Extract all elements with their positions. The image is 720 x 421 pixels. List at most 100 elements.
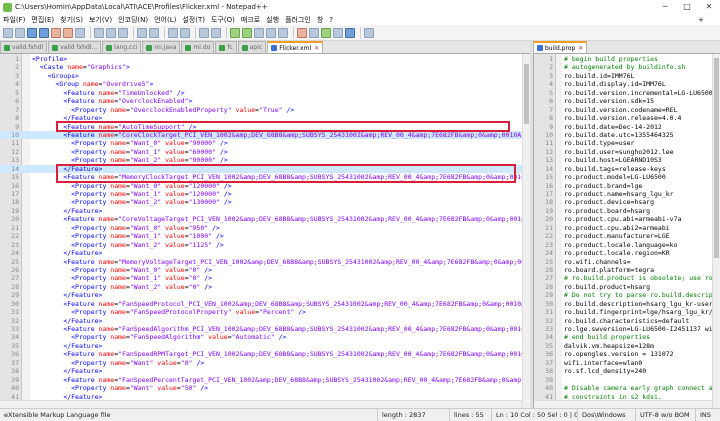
code-line[interactable]: 17 <Property name="Want_1" value="120000… [0,190,530,198]
code-line[interactable]: 36 ro.opengles.version = 131072 [534,350,720,358]
menu-item-3[interactable]: 보기(V) [89,15,112,25]
code-line[interactable]: 7 ro.build.version.codename=REL [534,106,720,114]
cut-icon[interactable] [94,27,104,38]
word-wrap-icon[interactable] [254,27,264,38]
tab-left-1[interactable]: valid fxhdl... [48,41,102,53]
menu-item-5[interactable]: 언어(L) [154,15,176,25]
code-line[interactable]: 4 ro.build.display.id=IMM76L [534,80,720,88]
code-line[interactable]: 10 <Feature name="CoreClockTarget_PCI_VE… [0,130,530,140]
code-line[interactable]: 12 <Property name="Want_1" value="60000"… [0,148,530,156]
code-line[interactable]: 10 ro.build.date.utc=1355464325 [534,131,720,139]
code-line[interactable]: 26 <Property name="Want_0" value="0" /> [0,266,530,274]
code-line[interactable]: 38 ro.sf.lcd_density=240 [534,367,720,375]
code-line[interactable]: 34 <Property name="FanSpeedAlgorithm" va… [0,333,530,341]
horizontal-scrollbar[interactable] [534,400,712,408]
code-line[interactable]: 11 ro.build.type=user [534,139,720,147]
code-line[interactable]: 18 ro.product.device=hsarg [534,198,720,206]
code-line[interactable]: 16 ro.product.brand=lge [534,182,720,190]
code-line[interactable]: 31 <Property name="FanSpeedProtocolPrope… [0,308,530,316]
code-line[interactable]: 37 wifi.interface=wlan0 [534,359,720,367]
code-line[interactable]: 33 ro.lge.swversion=LG-LU6500-I2451137 wi… [534,325,720,333]
code-line[interactable]: 13 <Property name="Want_2" value="90000"… [0,156,530,164]
tab-left-0[interactable]: valid.fxhdl [0,41,48,53]
code-line[interactable]: 21 <Property name="Want_0" value="950" /… [0,224,530,232]
code-line[interactable]: 3 <Groups> [0,72,530,80]
menu-item-10[interactable]: 플러그인 [285,15,311,25]
code-line[interactable]: 21 ro.product.cpu.abi2=armeabi [534,224,720,232]
code-line[interactable]: 22 <Property name="Want_1" value="1000" … [0,232,530,240]
code-line[interactable]: 25 <Feature name="MemoryVoltageTarget_PC… [0,258,530,266]
code-line[interactable]: 35 </Feature> [0,342,530,350]
tab-left-4[interactable]: mi.do [181,41,215,53]
code-line[interactable]: 15 <Feature name="MemoryClockTarget_PCI_… [0,173,530,181]
tab-left-3[interactable]: nn.java [142,41,181,53]
code-line[interactable]: 1 # begin build properties [534,55,720,63]
code-line[interactable]: 32 ro.build.characteristics=default [534,317,720,325]
save-all-icon[interactable] [39,27,49,38]
code-line[interactable]: 5 ro.build.version.incremental=LG-LU6500-… [534,89,720,97]
code-line[interactable]: 9 <Feature name="AutoTimeSupport" /> [0,123,530,131]
show-all-chars-icon[interactable] [266,27,276,38]
code-line[interactable]: 16 <Property name="Want_0" value="120000… [0,182,530,190]
code-line[interactable]: 7 <Property name="OverclockEnabledProper… [0,106,530,114]
code-line[interactable]: 28 ro.build.product=hsarg [534,283,720,291]
code-line[interactable]: 20 <Feature name="CoreVoltageTarget_PCI_… [0,215,530,223]
find-icon[interactable] [168,27,178,38]
code-line[interactable]: 39 <Feature name="FanSpeedPercentTarget_… [0,376,530,384]
code-line[interactable]: 31 ro.build.fingerprint=lge/hsarg_lgu_kr/… [534,308,720,316]
code-line[interactable]: 11 <Property name="Want_0" value="90000"… [0,139,530,147]
code-line[interactable]: 24 </Feature> [0,249,530,257]
code-line[interactable]: 32 </Feature> [0,317,530,325]
code-line[interactable]: 27 # ro.build.product is obsolete; use ro… [534,274,720,282]
close-tab-icon[interactable]: ✕ [578,43,583,53]
code-line[interactable]: 26 ro.board.platform=tegra [534,266,720,274]
redo-icon[interactable] [149,27,159,38]
scroll-thumb[interactable] [714,58,719,258]
close-tab-icon[interactable]: ✕ [314,43,319,53]
menu-item-12[interactable]: ? [329,16,333,24]
code-line[interactable]: 13 ro.build.host=LGEARND10S3 [534,156,720,164]
code-line[interactable]: 12 ro.build.user=sungho2012.lee [534,148,720,156]
editor-pane-left[interactable]: 1 <Profile> 2 <Caste name="Graphics"> 3 <Gr… [0,54,530,408]
code-line[interactable]: 34 # end build properties [534,333,720,341]
menu-item-1[interactable]: 편집(E) [31,15,54,25]
code-line[interactable]: 29 </Feature> [0,291,530,299]
tab-left-5[interactable]: fc [215,41,237,53]
close-file-icon[interactable] [51,27,61,38]
code-line[interactable]: 36 <Feature name="FanSpeedRPMTarget_PCI_… [0,350,530,358]
tab-left-6[interactable]: apic [237,41,267,53]
save-icon[interactable] [27,27,37,38]
horizontal-scrollbar[interactable] [0,400,522,408]
menu-item-2[interactable]: 찾기(S) [60,15,83,25]
code-line[interactable]: 30 <Feature name="FanSpeedProtocol_PCI_V… [0,300,530,308]
code-line[interactable]: 28 <Property name="Want_2" value="0" /> [0,283,530,291]
close-all-icon[interactable] [63,27,73,38]
spellcheck-icon[interactable] [364,27,374,38]
tab-left-7[interactable]: Flicker.xml ✕ [267,41,324,53]
code-line[interactable]: 14 </Feature> [0,164,530,174]
maximize-button[interactable]: □ [676,0,698,14]
menu-item-0[interactable]: 파일(F) [3,15,25,25]
menu-item-6[interactable]: 설정(T) [182,15,205,25]
code-line[interactable]: 6 <Feature name="OverclockEnabled"> [0,97,530,105]
code-line[interactable]: 15 ro.product.model=LG-LU6500 [534,173,720,181]
code-line[interactable]: 14 ro.build.tags=release-keys [534,165,720,173]
save-macro-icon[interactable] [345,27,355,38]
code-line[interactable]: 24 ro.product.locale.region=KR [534,249,720,257]
code-line[interactable]: 25 ro.wifi.channels= [534,258,720,266]
scroll-thumb[interactable] [524,64,529,124]
sync-horizontal-icon[interactable] [242,27,252,38]
code-line[interactable]: 19 ro.product.board=hsarg [534,207,720,215]
code-line[interactable]: 17 ro.product.name=hsarg_lgu_kr [534,190,720,198]
code-line[interactable]: 2 # autogenerated by buildinfo.sh [534,63,720,71]
new-file-icon[interactable] [3,27,13,38]
code-line[interactable]: 35 dalvik.vm.heapsize=128m [534,342,720,350]
code-line[interactable]: 2 <Caste name="Graphics"> [0,63,530,71]
minimize-button[interactable]: ─ [654,0,676,14]
replace-icon[interactable] [180,27,190,38]
code-line[interactable]: 20 ro.product.cpu.abi=armeabi-v7a [534,215,720,223]
tab-right-0[interactable]: build.prop ✕ [533,41,588,53]
print-icon[interactable] [75,27,85,38]
code-line[interactable]: 37 <Property name="Want" value="0" /> [0,359,530,367]
menu-item-7[interactable]: 도구(O) [211,15,235,25]
